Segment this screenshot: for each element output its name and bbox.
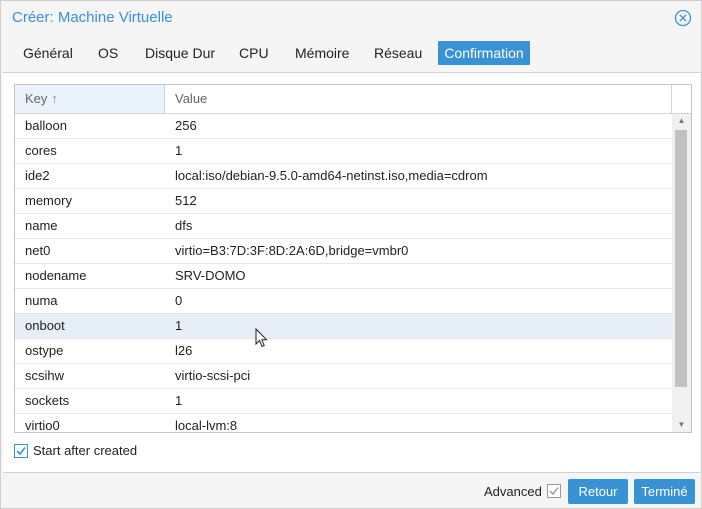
arrow-up-icon: ↑	[51, 91, 58, 106]
row-key: memory	[25, 193, 72, 208]
row-value: 1	[175, 393, 183, 408]
table-row[interactable]: ostype l26	[15, 339, 672, 364]
row-value: SRV-DOMO	[175, 268, 246, 283]
tab-cpu[interactable]: CPU	[229, 41, 279, 65]
table-row[interactable]: cores 1	[15, 139, 672, 164]
start-after-created-label: Start after created	[33, 443, 138, 458]
table-row[interactable]: scsihw virtio-scsi-pci	[15, 364, 672, 389]
row-key: ide2	[25, 168, 50, 183]
tab-disque-dur[interactable]: Disque Dur	[135, 41, 225, 65]
row-key: nodename	[25, 268, 87, 283]
table-row[interactable]: numa 0	[15, 289, 672, 314]
row-key: onboot	[25, 318, 65, 333]
column-key-label: Key	[25, 91, 48, 106]
table-row[interactable]: ide2 local:iso/debian-9.5.0-amd64-netins…	[15, 164, 672, 189]
table-row[interactable]: onboot 1	[15, 314, 672, 339]
row-value: l26	[175, 343, 193, 358]
close-icon[interactable]	[674, 9, 692, 27]
row-key: virtio0	[25, 418, 60, 432]
tab-general[interactable]: Général	[13, 41, 83, 65]
row-key: numa	[25, 293, 58, 308]
tab-os[interactable]: OS	[88, 41, 128, 65]
scrollbar-thumb[interactable]	[675, 130, 687, 387]
row-value: virtio-scsi-pci	[175, 368, 251, 383]
title-bar: Créer: Machine Virtuelle	[1, 1, 701, 35]
row-key: net0	[25, 243, 51, 258]
scroll-up-icon[interactable]: ▲	[672, 114, 691, 128]
row-value: 1	[175, 318, 183, 333]
table-row[interactable]: nodename SRV-DOMO	[15, 264, 672, 289]
config-grid: Key ↑ Value balloon 256 cores 1 ide2 loca…	[14, 84, 692, 433]
tab-memoire[interactable]: Mémoire	[285, 41, 359, 65]
table-row[interactable]: net0 virtio=B3:7D:3F:8D:2A:6D,bridge=vmb…	[15, 239, 672, 264]
grid-header: Key ↑ Value	[15, 85, 691, 114]
row-key: cores	[25, 143, 57, 158]
column-header-key[interactable]: Key ↑	[15, 85, 165, 113]
row-value: 512	[175, 193, 197, 208]
row-value: 1	[175, 143, 183, 158]
back-button[interactable]: Retour	[568, 479, 628, 504]
dialog-footer: Advanced Retour Terminé	[1, 475, 701, 509]
column-value-label: Value	[175, 91, 208, 106]
table-row[interactable]: sockets 1	[15, 389, 672, 414]
row-key: scsihw	[25, 368, 65, 383]
checkbox-checked-icon[interactable]	[14, 444, 28, 458]
row-key: sockets	[25, 393, 70, 408]
table-row[interactable]: virtio0 local-lvm:8	[15, 414, 672, 432]
scroll-down-icon[interactable]: ▼	[672, 418, 691, 432]
tab-reseau[interactable]: Réseau	[364, 41, 432, 65]
row-value: 0	[175, 293, 183, 308]
tab-bar: Général OS Disque Dur CPU Mémoire Réseau…	[1, 39, 701, 67]
row-key: name	[25, 218, 58, 233]
column-header-value[interactable]: Value	[165, 85, 672, 113]
advanced-label: Advanced	[484, 484, 542, 499]
mouse-cursor-icon	[255, 327, 269, 348]
table-row[interactable]: name dfs	[15, 214, 672, 239]
table-row[interactable]: memory 512	[15, 189, 672, 214]
dialog-title: Créer: Machine Virtuelle	[12, 9, 173, 26]
finish-button[interactable]: Terminé	[634, 479, 695, 504]
create-vm-dialog: Créer: Machine Virtuelle Général OS Disq…	[0, 0, 702, 509]
row-value: virtio=B3:7D:3F:8D:2A:6D,bridge=vmbr0	[175, 243, 409, 258]
table-row[interactable]: balloon 256	[15, 114, 672, 139]
advanced-checkbox[interactable]	[547, 484, 561, 498]
row-key: balloon	[25, 118, 67, 133]
row-value: local-lvm:8	[175, 418, 238, 432]
row-value: local:iso/debian-9.5.0-amd64-netinst.iso…	[175, 168, 488, 183]
row-key: ostype	[25, 343, 64, 358]
grid-body: balloon 256 cores 1 ide2 local:iso/debia…	[15, 114, 672, 432]
vertical-scrollbar[interactable]: ▲ ▼	[672, 114, 691, 432]
confirmation-panel: Key ↑ Value balloon 256 cores 1 ide2 loca…	[3, 72, 700, 473]
row-value: 256	[175, 118, 197, 133]
tab-confirmation[interactable]: Confirmation	[438, 41, 530, 65]
row-value: dfs	[175, 218, 193, 233]
